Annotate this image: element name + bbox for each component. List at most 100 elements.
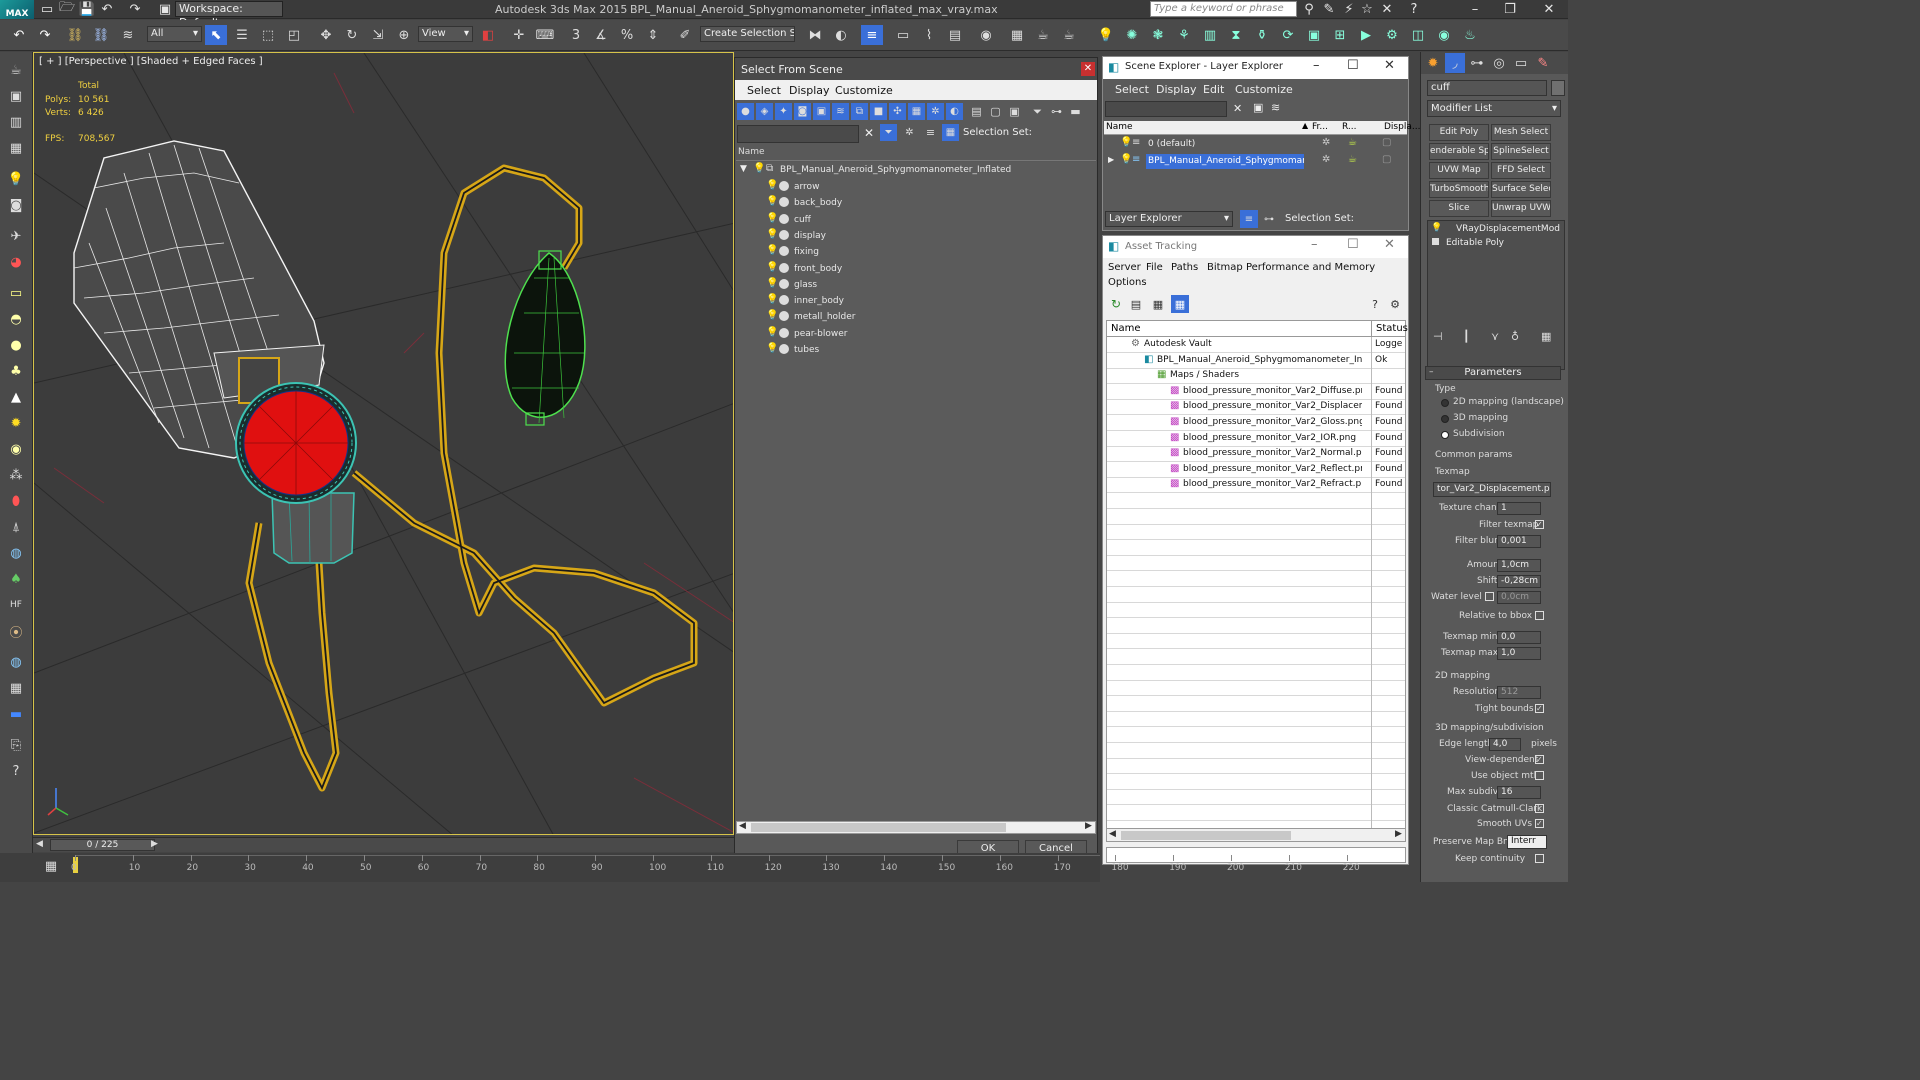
render-small-icon[interactable]: ▦ <box>5 678 27 698</box>
sfs-hscrollbar[interactable]: ◀ ▶ <box>736 821 1096 834</box>
tree-root-row[interactable]: ▼ 💡 ⧉ BPL_Manual_Aneroid_Sphygmomanomete… <box>736 163 1096 179</box>
make-unique-icon[interactable]: ⋎ <box>1491 330 1499 343</box>
tree-child-row[interactable]: 💡 pear-blower <box>736 327 1096 343</box>
help-search-input[interactable]: Type a keyword or phrase <box>1150 1 1297 17</box>
refresh-icon[interactable]: ↻ <box>1107 295 1125 313</box>
asset-row[interactable] <box>1107 572 1405 587</box>
layers-stack-icon[interactable]: ≡ <box>922 124 939 141</box>
render-production-icon[interactable]: ☕ <box>1058 25 1080 45</box>
filter-blur-spinner[interactable]: 0,001 <box>1497 535 1541 548</box>
asset-row[interactable] <box>1107 650 1405 665</box>
bind-space-warp-icon[interactable]: ≋ <box>117 25 139 45</box>
display-all-icon[interactable]: ▤ <box>968 103 985 120</box>
tree-child-row[interactable]: 💡 display <box>736 229 1096 245</box>
modifier-set-button[interactable]: Unwrap UVW <box>1491 200 1551 217</box>
filter-helpers-icon[interactable]: ▣ <box>813 103 830 120</box>
layer-manager-icon[interactable]: ≡ <box>861 25 883 45</box>
app-logo[interactable]: MAX <box>0 0 34 19</box>
bulb-icon[interactable]: 💡 <box>766 213 778 224</box>
vray-frame-buffer-icon[interactable]: ▣ <box>1303 25 1325 45</box>
filter-hidden-icon[interactable]: ◐ <box>946 103 963 120</box>
asset-row[interactable]: ▩ blood_pressure_monitor_Var2_Reflect.png… <box>1107 463 1405 478</box>
asset-row[interactable] <box>1107 790 1405 806</box>
hemisphere-icon[interactable]: ◓ <box>5 309 27 329</box>
bulb-icon[interactable]: 💡 <box>766 343 778 354</box>
vray-bulb-icon[interactable]: ♨ <box>1459 25 1481 45</box>
rendered-frame-icon[interactable]: ☕ <box>1032 25 1054 45</box>
at-menu-options[interactable]: Options <box>1108 277 1147 288</box>
hierarchy-toggle-icon[interactable]: ⊶ <box>1260 210 1278 228</box>
modifier-set-button[interactable]: Edit Poly <box>1429 124 1489 141</box>
asset-row[interactable]: ▩ blood_pressure_monitor_Var2_Refract.png… <box>1107 478 1405 494</box>
render-setup-icon[interactable]: ▦ <box>1006 25 1028 45</box>
filter-cameras-icon[interactable]: ◙ <box>794 103 811 120</box>
tree-child-row[interactable]: 💡 arrow <box>736 180 1096 196</box>
modify-tab-icon[interactable]: ◞ <box>1445 53 1465 73</box>
bulb-icon[interactable]: 💡 <box>766 180 778 191</box>
layers-toggle-icon[interactable]: ≡ <box>1240 210 1258 228</box>
radio-subdivision[interactable] <box>1441 431 1449 439</box>
filter-bones-icon[interactable]: ✣ <box>889 103 906 120</box>
schematic-view-icon[interactable]: ▤ <box>944 25 966 45</box>
particles-icon[interactable]: ⁂ <box>5 465 27 485</box>
bulb-icon[interactable]: 💡 <box>766 229 778 240</box>
filter-lights-icon[interactable]: ✦ <box>775 103 792 120</box>
edit-named-sel-icon[interactable]: ✐ <box>674 25 696 45</box>
table-view-icon[interactable]: ▦ <box>1171 295 1189 313</box>
exchange-icon[interactable]: ✕ <box>1378 0 1396 18</box>
filter-spacewarps-icon[interactable]: ≋ <box>832 103 849 120</box>
filter-groups-icon[interactable]: ⧉ <box>851 103 868 120</box>
export-icon[interactable]: ⎘ <box>5 735 27 755</box>
perspective-viewport[interactable]: [ + ] [Perspective ] [Shaded + Edged Fac… <box>33 52 734 835</box>
hierarchy-icon[interactable]: ⊶ <box>1048 103 1065 120</box>
tree-child-row[interactable]: 💡 back_body <box>736 196 1096 212</box>
vray-sphere-icon[interactable]: ⧗ <box>1225 25 1247 45</box>
camera-icon[interactable]: ◙ <box>5 195 27 215</box>
vray-rect-icon[interactable]: ◫ <box>1407 25 1429 45</box>
plant-icon[interactable]: ♣ <box>5 361 27 381</box>
redo-small-icon[interactable]: ↷ <box>126 0 144 18</box>
water-level-spinner[interactable]: 0,0cm <box>1497 591 1541 604</box>
bulb-icon[interactable]: 💡 <box>766 245 778 256</box>
asset-row[interactable] <box>1107 510 1405 525</box>
asset-row[interactable] <box>1107 728 1405 743</box>
keyboard-shortcut-icon[interactable]: ⌨ <box>534 25 556 45</box>
clear-search-icon[interactable]: ✕ <box>864 126 874 140</box>
asset-row[interactable] <box>1107 603 1405 619</box>
vray-play-icon[interactable]: ▶ <box>1355 25 1377 45</box>
asset-row[interactable] <box>1107 775 1405 790</box>
vray-sun-icon[interactable]: ✺ <box>1121 25 1143 45</box>
sfs-search-input[interactable] <box>737 125 859 143</box>
sfs-menu-select[interactable]: Select <box>747 84 781 97</box>
se-menu-edit[interactable]: Edit <box>1203 83 1224 96</box>
display-none-icon[interactable]: ▢ <box>987 103 1004 120</box>
object-color-swatch[interactable] <box>1551 80 1565 96</box>
select-link-icon[interactable]: ⛓ <box>64 25 86 45</box>
asset-row[interactable] <box>1107 666 1405 681</box>
tight-bounds-checkbox[interactable]: ✓ <box>1535 704 1544 713</box>
asset-row[interactable]: ▩ blood_pressure_monitor_Var2_IOR.png Foun… <box>1107 432 1405 447</box>
tree-child-row[interactable]: 💡 fixing <box>736 245 1096 261</box>
communication-icon[interactable]: ⚡ <box>1340 0 1358 18</box>
hf-icon[interactable]: HF <box>5 595 27 615</box>
earth-icon[interactable]: ◍ <box>5 652 27 672</box>
grid-icon[interactable]: ▦ <box>5 138 27 158</box>
find-icon[interactable]: ▣ <box>1253 101 1263 114</box>
texture-chan-spinner[interactable]: 1 <box>1497 502 1541 515</box>
vray-fit-icon[interactable]: ⊞ <box>1329 25 1351 45</box>
vray-proxy-icon[interactable]: ❃ <box>1147 25 1169 45</box>
preserve-map-dropdown[interactable]: Interr <box>1507 835 1547 849</box>
modifier-set-button[interactable]: Surface Select <box>1491 181 1551 198</box>
viewport-icon[interactable]: ▣ <box>5 86 27 106</box>
find-case-icon[interactable]: ✲ <box>901 124 918 141</box>
display-box-icon[interactable]: ▢ <box>1382 154 1391 165</box>
freeze-icon[interactable]: ✲ <box>1322 137 1330 148</box>
next-frame-icon[interactable]: ▶ <box>151 839 158 849</box>
save-file-icon[interactable]: 💾 <box>78 0 96 18</box>
se-menu-display[interactable]: Display <box>1156 83 1197 96</box>
bones-icon[interactable]: ⍋ <box>5 517 27 537</box>
time-slider-thumb[interactable]: 0 / 225 <box>50 839 155 851</box>
time-slider[interactable]: ◀ 0 / 225 ▶ <box>33 837 734 852</box>
filter-geometry-icon[interactable]: ● <box>737 103 754 120</box>
se-col-name[interactable]: Name <box>1106 122 1133 132</box>
